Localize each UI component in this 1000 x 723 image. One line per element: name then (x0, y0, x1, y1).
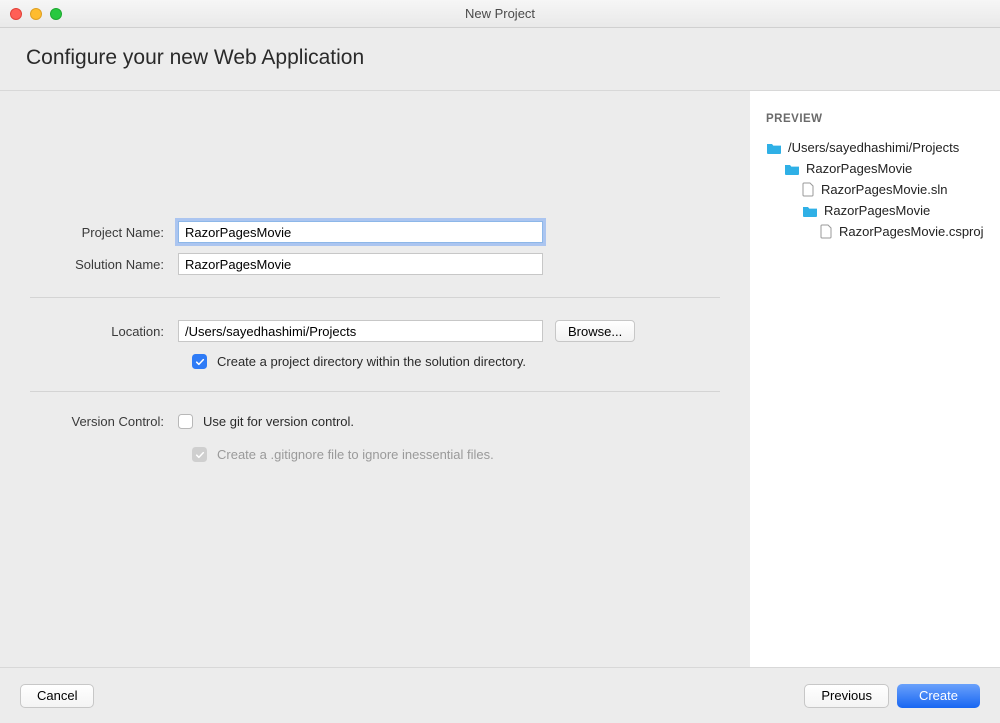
use-git-checkbox[interactable] (178, 414, 193, 429)
folder-icon (766, 141, 782, 155)
preview-heading: PREVIEW (766, 113, 984, 125)
browse-button[interactable]: Browse... (555, 320, 635, 342)
tree-label: /Users/sayedhashimi/Projects (788, 140, 959, 155)
folder-icon (784, 162, 800, 176)
version-control-label: Version Control: (30, 414, 178, 429)
previous-button[interactable]: Previous (804, 684, 889, 708)
cancel-button[interactable]: Cancel (20, 684, 94, 708)
content-area: Project Name: Solution Name: Location: B… (0, 90, 1000, 667)
tree-label: RazorPagesMovie.sln (821, 182, 947, 197)
location-input[interactable] (178, 320, 543, 342)
gitignore-label: Create a .gitignore file to ignore iness… (217, 447, 494, 462)
file-icon (802, 182, 815, 197)
tree-file-csproj: RazorPagesMovie.csproj (766, 221, 984, 242)
tree-label: RazorPagesMovie.csproj (839, 224, 984, 239)
gitignore-checkbox (192, 447, 207, 462)
location-label: Location: (30, 324, 178, 339)
project-name-label: Project Name: (30, 225, 178, 240)
checkmark-icon (195, 450, 205, 460)
use-git-label: Use git for version control. (203, 414, 354, 429)
titlebar: New Project (0, 0, 1000, 28)
footer: Cancel Previous Create (0, 667, 1000, 723)
tree-label: RazorPagesMovie (806, 161, 912, 176)
window-controls (10, 8, 62, 20)
tree-label: RazorPagesMovie (824, 203, 930, 218)
tree-folder-root: /Users/sayedhashimi/Projects (766, 137, 984, 158)
window-title: New Project (8, 6, 992, 21)
solution-name-label: Solution Name: (30, 257, 178, 272)
create-button[interactable]: Create (897, 684, 980, 708)
create-dir-checkbox[interactable] (192, 354, 207, 369)
preview-tree: /Users/sayedhashimi/Projects RazorPagesM… (766, 137, 984, 242)
divider (30, 391, 720, 392)
tree-file-sln: RazorPagesMovie.sln (766, 179, 984, 200)
checkmark-icon (195, 357, 205, 367)
tree-folder-project: RazorPagesMovie (766, 200, 984, 221)
preview-panel: PREVIEW /Users/sayedhashimi/Projects Raz… (750, 91, 1000, 667)
project-name-input[interactable] (178, 221, 543, 243)
tree-folder-solution: RazorPagesMovie (766, 158, 984, 179)
page-title: Configure your new Web Application (26, 46, 974, 70)
file-icon (820, 224, 833, 239)
create-dir-label: Create a project directory within the so… (217, 354, 526, 369)
page-header: Configure your new Web Application (0, 28, 1000, 90)
form-panel: Project Name: Solution Name: Location: B… (0, 91, 750, 667)
solution-name-input[interactable] (178, 253, 543, 275)
close-window-button[interactable] (10, 8, 22, 20)
zoom-window-button[interactable] (50, 8, 62, 20)
folder-icon (802, 204, 818, 218)
minimize-window-button[interactable] (30, 8, 42, 20)
divider (30, 297, 720, 298)
